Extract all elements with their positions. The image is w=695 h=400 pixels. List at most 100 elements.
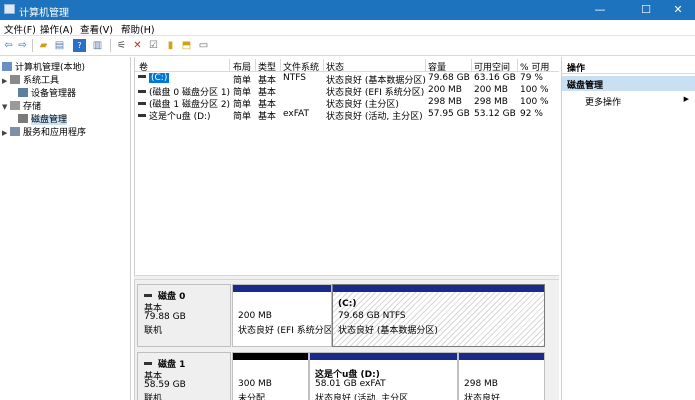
volume-file-system: NTFS	[283, 73, 306, 83]
tree-item-computer-management[interactable]: 计算机管理(本地)	[2, 60, 85, 73]
volume-free-space: 63.16 GB	[474, 73, 516, 83]
show-hide-tree-icon[interactable]: ▤	[53, 39, 66, 52]
properties-icon[interactable]: ☑	[147, 39, 160, 52]
disk-icon	[144, 362, 152, 365]
disk-size: 58.59 GB	[144, 380, 186, 390]
column-divider[interactable]	[255, 59, 256, 72]
volume-capacity: 298 MB	[428, 97, 462, 107]
actions-header: 操作	[562, 59, 695, 74]
column-free-space[interactable]: 可用空间	[474, 60, 510, 73]
column-volume[interactable]: 卷	[139, 60, 148, 73]
folder-up-icon[interactable]: ▰	[37, 39, 50, 52]
volume-icon	[138, 114, 146, 117]
forward-arrow-icon[interactable]: ⇨	[16, 39, 29, 52]
partition-bar	[333, 285, 544, 292]
partition-bar	[310, 353, 457, 360]
show-hide-action-pane-icon[interactable]: ▥	[91, 39, 104, 52]
volume-row[interactable]: (磁盘 0 磁盘分区 1) 简单 基本 状态良好 (EFI 系统分区) 200 …	[135, 85, 559, 98]
toolbar-separator	[110, 39, 111, 52]
disk-1-info[interactable]: 磁盘 1 基本 58.59 GB 联机	[137, 352, 231, 400]
column-divider[interactable]	[425, 59, 426, 72]
disk-icon	[144, 294, 152, 297]
disk-view: 磁盘 0 基本 79.88 GB 联机 200 MB 状态良好 (EFI 系统分…	[134, 280, 559, 400]
partition-status: 状态良好 (活动, 主分区	[315, 394, 409, 400]
column-divider[interactable]	[517, 59, 518, 72]
partition-block[interactable]: 300 MB 未分配	[232, 352, 309, 400]
column-divider[interactable]	[323, 59, 324, 72]
more-actions-label: 更多操作	[585, 98, 622, 108]
volume-free-space: 200 MB	[474, 85, 508, 95]
minimize-button[interactable]: —	[583, 0, 617, 20]
column-type[interactable]: 类型	[258, 60, 276, 73]
volume-percent-free: 100 %	[520, 85, 549, 95]
volume-list-header: 卷 布局 类型 文件系统 状态 容量 可用空间 % 可用	[135, 59, 559, 73]
more-actions-item[interactable]: 更多操作 ▶	[562, 93, 695, 108]
disk-0-info[interactable]: 磁盘 0 基本 79.88 GB 联机	[137, 284, 231, 347]
tree-item-system-tools[interactable]: ▶ 系统工具	[2, 73, 59, 86]
column-divider[interactable]	[280, 59, 281, 72]
expand-icon[interactable]: ▶	[2, 129, 10, 137]
menu-view[interactable]: 查看(V)	[80, 22, 113, 36]
tree-item-device-manager[interactable]: 设备管理器	[18, 86, 76, 99]
rescan-icon[interactable]: ⬒	[180, 39, 193, 52]
disk-size: 79.88 GB	[144, 312, 186, 322]
back-arrow-icon[interactable]: ⇦	[2, 39, 15, 52]
disk-status: 联机	[144, 326, 163, 336]
partition-size: 200 MB	[238, 311, 272, 321]
partition-status: 状态良好 (EFI 系统分区	[238, 326, 332, 336]
menu-file[interactable]: 文件(F)	[4, 22, 36, 36]
partition-bar	[233, 353, 308, 360]
chevron-right-icon: ▶	[683, 95, 689, 103]
partition-status: 状态良好	[464, 394, 501, 400]
volume-percent-free: 100 %	[520, 97, 549, 107]
tree-item-services-and-applications[interactable]: ▶ 服务和应用程序	[2, 125, 86, 138]
volume-capacity: 57.95 GB	[428, 109, 470, 119]
device-manager-icon	[18, 88, 28, 97]
partition-block[interactable]: 200 MB 状态良好 (EFI 系统分区	[232, 284, 332, 347]
column-layout[interactable]: 布局	[233, 60, 251, 73]
volume-type: 基本	[258, 112, 277, 122]
partition-bar	[459, 353, 544, 360]
volume-row[interactable]: (磁盘 1 磁盘分区 2) 简单 基本 状态良好 (主分区) 298 MB 29…	[135, 97, 559, 110]
volume-icon	[138, 102, 146, 105]
column-divider[interactable]	[471, 59, 472, 72]
tree-item-disk-management[interactable]: 磁盘管理	[18, 112, 68, 125]
column-status[interactable]: 状态	[326, 60, 344, 73]
volume-name: 这是个u盘 (D:)	[149, 112, 211, 122]
collapse-icon[interactable]: ▼	[2, 103, 10, 111]
toolbar: ⇦ ⇨ ▰ ▤ ? ▥ ⚟ ✕ ☑ ▮ ⬒ ▭	[0, 36, 695, 56]
column-capacity[interactable]: 容量	[428, 60, 446, 73]
volume-percent-free: 92 %	[520, 109, 543, 119]
volume-file-system: exFAT	[283, 109, 310, 119]
delete-icon[interactable]: ✕	[131, 39, 144, 52]
computer-management-icon	[2, 62, 12, 71]
actions-section-disk-management[interactable]: 磁盘管理	[562, 76, 695, 91]
menu-help[interactable]: 帮助(H)	[121, 22, 155, 36]
maximize-button[interactable]: ☐	[629, 0, 663, 20]
column-file-system[interactable]: 文件系统	[283, 60, 319, 73]
volume-list: 卷 布局 类型 文件系统 状态 容量 可用空间 % 可用 (C:) 简单 基本 …	[134, 57, 559, 275]
menu-action[interactable]: 操作(A)	[40, 22, 73, 36]
expand-icon[interactable]: ▶	[2, 77, 10, 85]
navigation-tree: 计算机管理(本地) ▶ 系统工具 设备管理器 ▼ 存储 磁盘管理 ▶ 服务和应用程序	[0, 57, 131, 400]
column-percent-free[interactable]: % 可用	[520, 60, 549, 73]
help-icon[interactable]: ?	[73, 39, 86, 52]
computer-management-icon	[4, 4, 15, 14]
services-icon	[10, 127, 20, 136]
column-divider[interactable]	[229, 59, 230, 72]
volume-free-space: 53.12 GB	[474, 109, 516, 119]
volume-row[interactable]: (C:) 简单 基本 NTFS 状态良好 (基本数据分区) 79.68 GB 6…	[135, 73, 559, 86]
volume-icon	[138, 75, 146, 78]
volume-row[interactable]: 这是个u盘 (D:) 简单 基本 exFAT 状态良好 (活动, 主分区) 57…	[135, 109, 559, 122]
close-button[interactable]: ✕	[661, 0, 695, 20]
tree-item-storage[interactable]: ▼ 存储	[2, 99, 41, 112]
connect-icon[interactable]: ⚟	[115, 39, 128, 52]
partition-status: 状态良好 (基本数据分区)	[338, 326, 438, 336]
list-view-icon[interactable]: ▭	[197, 39, 210, 52]
system-tools-icon	[10, 75, 20, 84]
disk-name: 磁盘 0	[158, 292, 186, 302]
partition-block[interactable]: (C:) 79.68 GB NTFS 状态良好 (基本数据分区)	[332, 284, 545, 347]
partition-block[interactable]: 这是个u盘 (D:) 58.01 GB exFAT 状态良好 (活动, 主分区	[309, 352, 458, 400]
open-icon[interactable]: ▮	[164, 39, 177, 52]
partition-block[interactable]: 298 MB 状态良好	[458, 352, 545, 400]
